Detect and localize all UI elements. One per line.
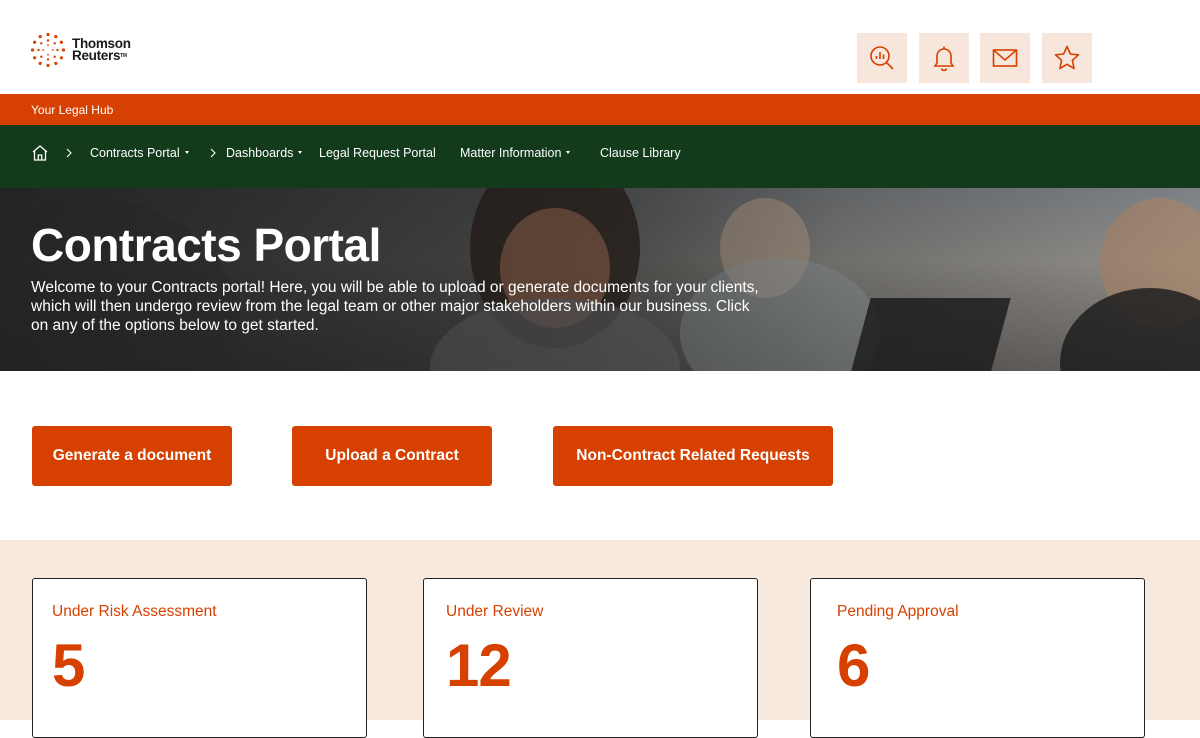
- stat-card-under-review[interactable]: Under Review 12: [423, 578, 758, 738]
- nav-item-dashboards[interactable]: Dashboards: [226, 146, 303, 160]
- logo-tm: TM: [120, 53, 127, 59]
- chevron-right-icon: [210, 148, 216, 158]
- bell-icon: [933, 46, 955, 72]
- stat-label: Under Risk Assessment: [52, 603, 217, 620]
- thomson-reuters-logo[interactable]: Thomson ReutersTM: [30, 32, 131, 68]
- nav-item-label: Legal Request Portal: [319, 146, 436, 160]
- generate-document-button[interactable]: Generate a document: [32, 426, 232, 486]
- upload-contract-button[interactable]: Upload a Contract: [292, 426, 492, 486]
- home-icon[interactable]: [31, 144, 49, 162]
- stat-value: 5: [52, 632, 85, 699]
- non-contract-requests-button[interactable]: Non-Contract Related Requests: [553, 426, 833, 486]
- analytics-search-button[interactable]: [857, 33, 907, 83]
- hero-description: Welcome to your Contracts portal! Here, …: [31, 279, 759, 334]
- top-header: Thomson ReutersTM: [0, 0, 1200, 94]
- stat-card-pending-approval[interactable]: Pending Approval 6: [810, 578, 1145, 738]
- nav-item-contracts-portal[interactable]: Contracts Portal: [90, 146, 189, 160]
- nav-item-clause-library[interactable]: Clause Library: [600, 146, 681, 160]
- caret-down-icon: [184, 151, 189, 155]
- favorites-button[interactable]: [1042, 33, 1092, 83]
- star-icon: [1054, 45, 1080, 70]
- nav-item-label: Clause Library: [600, 146, 681, 160]
- stat-card-under-risk-assessment[interactable]: Under Risk Assessment 5: [32, 578, 367, 738]
- nav-item-legal-request-portal[interactable]: Legal Request Portal: [319, 146, 436, 160]
- chevron-right-icon: [66, 148, 72, 158]
- stat-value: 6: [837, 632, 870, 699]
- stats-section: Under Risk Assessment 5 Under Review 12 …: [0, 540, 1200, 738]
- main-nav: Contracts Portal Dashboards Legal Reques…: [0, 125, 1200, 188]
- stat-label: Pending Approval: [837, 603, 959, 620]
- hub-label: Your Legal Hub: [31, 103, 114, 117]
- nav-item-matter-information[interactable]: Matter Information: [460, 146, 571, 160]
- analytics-search-icon: [870, 46, 894, 70]
- stat-value: 12: [446, 632, 512, 699]
- nav-item-label: Dashboards: [226, 146, 294, 160]
- stat-label: Under Review: [446, 603, 544, 620]
- logo-wordmark: Thomson ReutersTM: [72, 37, 131, 63]
- notifications-button[interactable]: [919, 33, 969, 83]
- logo-line-2: Reuters: [72, 48, 121, 63]
- messages-button[interactable]: [980, 33, 1030, 83]
- hub-bar: Your Legal Hub: [0, 94, 1200, 125]
- caret-down-icon: [566, 151, 571, 155]
- mail-icon: [992, 49, 1018, 67]
- nav-item-label: Matter Information: [460, 146, 562, 160]
- caret-down-icon: [298, 151, 303, 155]
- nav-item-label: Contracts Portal: [90, 146, 180, 160]
- page-title: Contracts Portal: [31, 219, 381, 271]
- hero-banner: Contracts Portal Welcome to your Contrac…: [0, 188, 1200, 371]
- logo-dots-icon: [30, 32, 66, 68]
